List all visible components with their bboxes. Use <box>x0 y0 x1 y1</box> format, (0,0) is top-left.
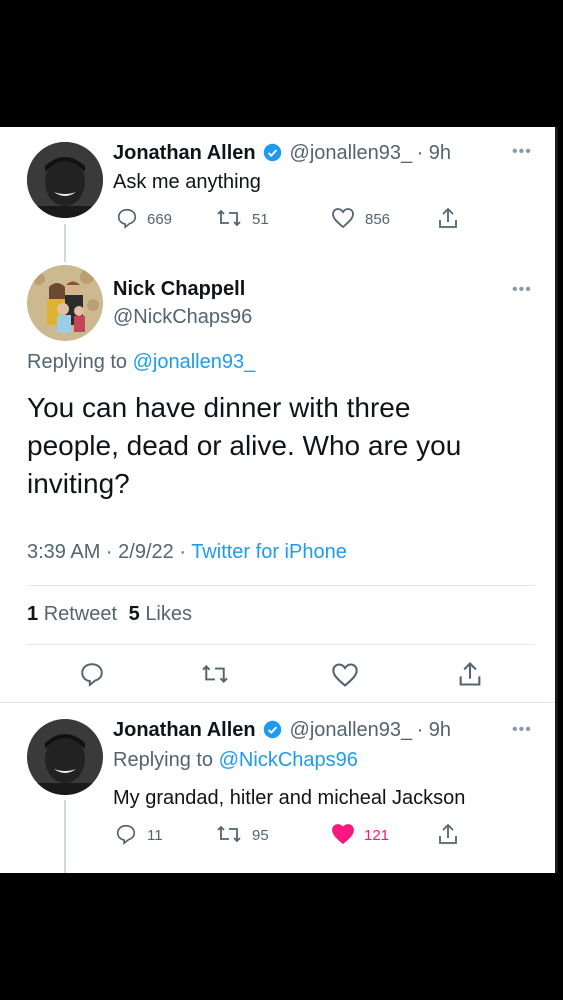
like-icon[interactable] <box>331 662 359 688</box>
share-icon[interactable] <box>437 822 459 846</box>
tweet3-like-count: 121 <box>364 827 390 844</box>
likes-stat[interactable]: 5 Likes <box>129 603 192 625</box>
tweet3-time: · 9h <box>416 719 452 741</box>
tweet1-reply-count: 669 <box>147 211 173 228</box>
scroll-edge <box>555 127 558 873</box>
more-icon[interactable]: ••• <box>512 144 532 160</box>
tweet3-text: My grandad, hitler and micheal Jackson <box>113 787 466 809</box>
more-icon[interactable]: ••• <box>512 282 532 298</box>
replying-prefix: Replying to <box>113 749 214 771</box>
divider <box>27 644 535 645</box>
avatar-jonathan-allen[interactable] <box>27 719 103 795</box>
tweet2-text-line-1: You can have dinner with three <box>27 392 411 423</box>
reply-icon[interactable] <box>116 207 138 229</box>
thread-line <box>64 800 66 873</box>
like-label: Likes <box>145 603 193 625</box>
retweet-count: 1 <box>27 603 39 625</box>
like-icon[interactable] <box>331 207 355 229</box>
tweet2-text-line-2: people, dead or alive. Who are you <box>27 430 462 461</box>
retweet-icon[interactable] <box>216 207 242 229</box>
replying-to-link[interactable]: @jonallen93_ <box>133 351 256 373</box>
tweet3-author-name[interactable]: Jonathan Allen <box>113 719 256 741</box>
tweet2-replying-to: Replying to @jonallen93_ <box>27 351 255 374</box>
retweet-icon[interactable] <box>200 662 230 686</box>
replying-to-link[interactable]: @NickChaps96 <box>219 749 358 771</box>
share-icon[interactable] <box>457 660 483 688</box>
like-count: 5 <box>128 603 140 625</box>
tweet2-source[interactable]: Twitter for iPhone <box>191 541 347 563</box>
tweet2-meta: 3:39 AM · 2/9/22 · Twitter for iPhone <box>27 541 347 564</box>
reply-icon[interactable] <box>79 661 105 687</box>
tweet3-replying-to: Replying to @NickChaps96 <box>113 749 358 772</box>
tweet1-header: Jonathan Allen @jonallen93_ · 9h <box>113 142 451 165</box>
tweet1-author-name[interactable]: Jonathan Allen <box>113 142 256 164</box>
share-icon[interactable] <box>437 206 459 230</box>
tweet3-retweet-count: 95 <box>252 827 269 844</box>
divider <box>27 585 535 586</box>
tweet2-timestamp[interactable]: 3:39 AM · 2/9/22 · <box>27 541 186 563</box>
replying-prefix: Replying to <box>27 351 128 373</box>
retweet-stat[interactable]: 1 Retweet <box>27 603 123 625</box>
tweet2-text: You can have dinner with three people, d… <box>27 389 461 503</box>
like-icon-liked[interactable] <box>331 823 355 845</box>
tweet2-text-line-3: inviting? <box>27 468 130 499</box>
verified-badge-icon <box>263 143 282 162</box>
reply-icon[interactable] <box>115 823 137 845</box>
retweet-icon[interactable] <box>216 823 242 845</box>
tweet-thread-panel: Jonathan Allen @jonallen93_ · 9h ••• Ask… <box>0 127 557 873</box>
tweet1-retweet-count: 51 <box>252 211 269 228</box>
more-icon[interactable]: ••• <box>512 722 532 738</box>
tweet1-text: Ask me anything <box>113 171 261 193</box>
verified-badge-icon <box>263 720 282 739</box>
tweet1-handle[interactable]: @jonallen93_ <box>290 142 413 164</box>
tweet2-engagement: 1 Retweet 5 Likes <box>27 603 192 626</box>
thread-line <box>64 224 66 262</box>
tweet2-author-name[interactable]: Nick Chappell <box>113 278 245 301</box>
tweet3-reply-count: 11 <box>147 827 163 844</box>
avatar-nick-chappell[interactable] <box>27 265 103 341</box>
divider <box>0 702 557 703</box>
tweet1-like-count: 856 <box>365 211 391 228</box>
tweet3-header: Jonathan Allen @jonallen93_ · 9h <box>113 719 451 742</box>
tweet2-handle[interactable]: @NickChaps96 <box>113 306 252 329</box>
avatar-jonathan-allen[interactable] <box>27 142 103 218</box>
tweet1-time: · 9h <box>416 142 452 164</box>
retweet-label: Retweet <box>43 603 118 625</box>
tweet3-handle[interactable]: @jonallen93_ <box>290 719 413 741</box>
